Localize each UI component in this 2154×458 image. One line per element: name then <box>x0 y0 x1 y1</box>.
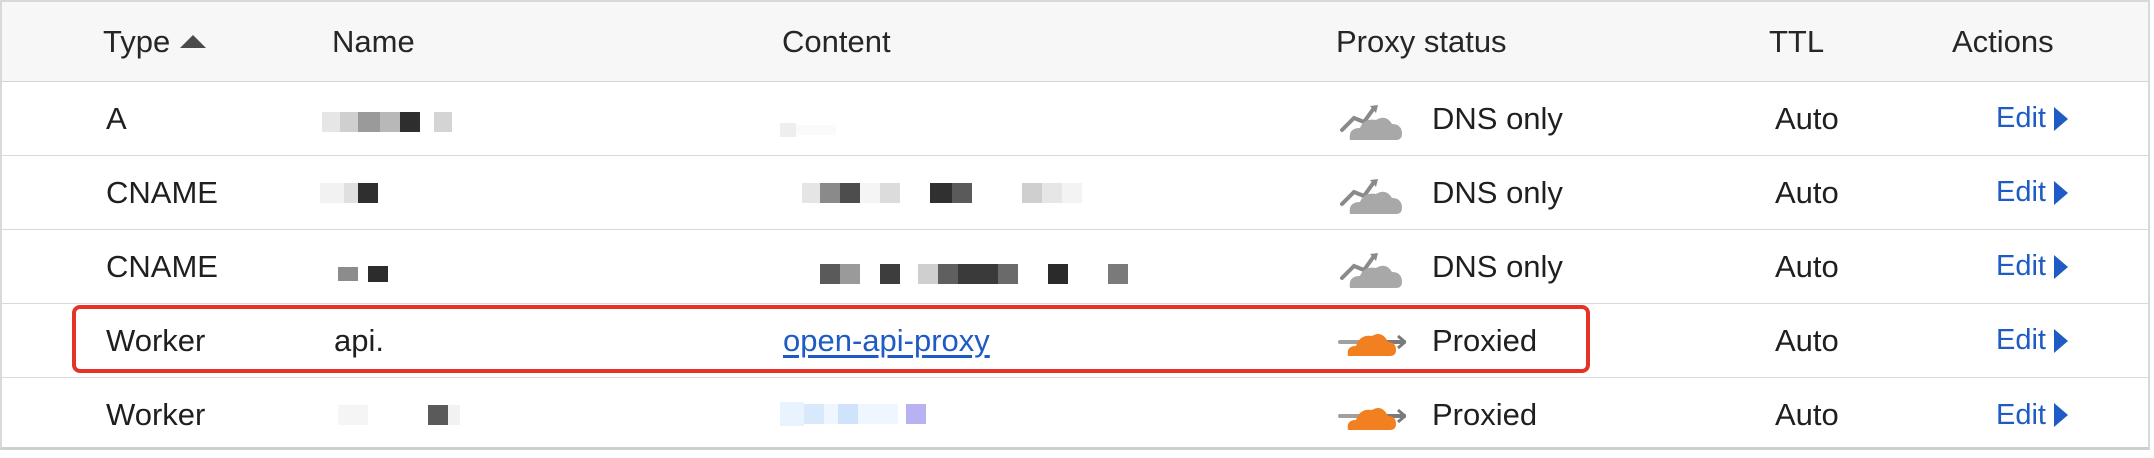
caret-right-icon <box>2053 403 2068 427</box>
proxy-status-label: DNS only <box>1432 100 1563 136</box>
record-type: CNAME <box>106 174 218 210</box>
ttl-value: Auto <box>1775 248 1839 284</box>
edit-button[interactable]: Edit <box>1996 82 2068 155</box>
proxy-status-label: DNS only <box>1432 248 1563 284</box>
caret-right-icon <box>2053 180 2068 205</box>
redacted-content <box>780 402 926 426</box>
proxied-cloud-icon <box>1338 333 1406 356</box>
record-type: Worker <box>106 397 206 432</box>
caret-right-icon <box>2053 254 2068 279</box>
edit-label[interactable]: Edit <box>1996 324 2046 357</box>
caret-right-icon <box>2053 106 2068 131</box>
column-header-proxy-status[interactable]: Proxy status <box>1336 2 1507 81</box>
ttl-value: Auto <box>1775 397 1839 432</box>
proxy-status: DNS only <box>1336 82 1563 155</box>
edit-label[interactable]: Edit <box>1996 250 2046 283</box>
proxy-status: DNS only <box>1336 230 1563 303</box>
edit-button[interactable]: Edit <box>1996 156 2068 229</box>
proxy-status: DNS only <box>1336 156 1563 229</box>
redacted-name <box>338 404 460 426</box>
edit-button[interactable]: Edit <box>1996 378 2068 452</box>
record-content-link[interactable]: open-api-proxy <box>783 304 990 377</box>
redacted-name <box>320 183 378 203</box>
proxy-status: Proxied <box>1336 304 1537 377</box>
proxy-status-label: Proxied <box>1432 322 1538 358</box>
column-header-type-label: Type <box>103 23 171 59</box>
proxy-status: Proxied <box>1336 378 1537 452</box>
proxy-status-label: Proxied <box>1432 397 1538 432</box>
column-header-content[interactable]: Content <box>782 2 891 81</box>
record-type: A <box>106 100 127 136</box>
edit-label[interactable]: Edit <box>1996 102 2046 135</box>
table-row: CNAME DNS only Auto Edit <box>2 230 2148 304</box>
record-name: api. <box>334 322 384 358</box>
table-row: CNAME DNS only Auto Edit <box>2 156 2148 230</box>
redacted-content <box>802 183 1082 203</box>
record-type: Worker <box>106 322 206 358</box>
redacted-content <box>820 264 1128 284</box>
redacted-content <box>780 120 836 140</box>
dns-only-cloud-icon <box>1340 178 1402 214</box>
worker-route-link[interactable]: open-api-proxy <box>783 323 990 359</box>
edit-label[interactable]: Edit <box>1996 176 2046 209</box>
redacted-name <box>338 266 388 282</box>
column-header-name[interactable]: Name <box>332 2 415 81</box>
sort-ascending-icon <box>180 35 207 48</box>
edit-button[interactable]: Edit <box>1996 304 2068 377</box>
edit-label[interactable]: Edit <box>1996 399 2046 432</box>
table-row: Worker Proxied Auto Edit <box>2 378 2148 452</box>
ttl-value: Auto <box>1775 322 1839 358</box>
caret-right-icon <box>2053 328 2068 353</box>
column-header-ttl[interactable]: TTL <box>1769 2 1824 81</box>
table-row: A DNS only Auto Edit <box>2 82 2148 156</box>
dns-records-table: Type Name Content Proxy status TTL Actio… <box>0 0 2150 450</box>
record-type: CNAME <box>106 248 218 284</box>
ttl-value: Auto <box>1775 174 1839 210</box>
dns-only-cloud-icon <box>1340 252 1402 288</box>
proxied-cloud-icon <box>1338 408 1406 430</box>
ttl-value: Auto <box>1775 100 1839 136</box>
edit-button[interactable]: Edit <box>1996 230 2068 303</box>
table-header: Type Name Content Proxy status TTL Actio… <box>2 2 2148 82</box>
column-header-type[interactable]: Type <box>103 2 207 81</box>
dns-only-cloud-icon <box>1340 104 1402 140</box>
proxy-status-label: DNS only <box>1432 174 1563 210</box>
redacted-name <box>322 102 452 142</box>
column-header-actions: Actions <box>1952 23 2054 59</box>
table-row: Worker api. open-api-proxy Proxied Auto … <box>2 304 2148 378</box>
